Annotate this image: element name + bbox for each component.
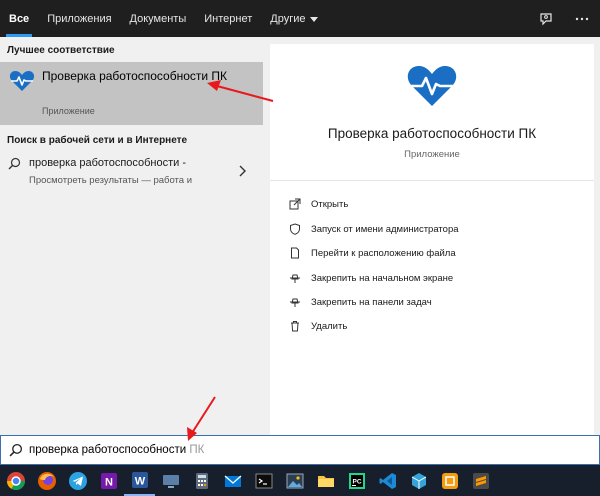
chevron-down-icon (310, 16, 319, 22)
search-input[interactable]: проверка работоспособности ПК (0, 435, 600, 465)
search-icon (9, 443, 23, 462)
sublime-text-icon[interactable] (465, 465, 496, 496)
shield-icon (288, 222, 302, 236)
search-icon (8, 157, 21, 175)
tab-apps[interactable]: Приложения (38, 0, 120, 37)
web-search-header: Поиск в рабочей сети и в Интернете (7, 135, 188, 146)
tab-documents[interactable]: Документы (121, 0, 196, 37)
chrome-icon[interactable] (0, 465, 31, 496)
action-pin-start-label: Закрепить на начальном экране (311, 272, 454, 284)
tab-web[interactable]: Интернет (195, 0, 261, 37)
search-query-text: проверка работоспособности ПК (29, 444, 204, 456)
action-open[interactable]: Открыть (288, 195, 348, 213)
chevron-right-icon[interactable] (238, 164, 246, 182)
web-search-result[interactable]: проверка работоспособности - Просмотреть… (0, 154, 263, 194)
tab-more[interactable]: Другие (261, 0, 327, 37)
taskbar: N W PC (0, 465, 600, 496)
action-pin-start[interactable]: Закрепить на начальном экране (288, 269, 453, 287)
svg-text:N: N (105, 476, 113, 488)
action-open-file-location[interactable]: Перейти к расположению файла (288, 244, 456, 262)
action-pin-taskbar[interactable]: Закрепить на панели задач (288, 293, 432, 311)
onenote-icon[interactable]: N (93, 465, 124, 496)
app-preview-title: Проверка работоспособности ПК (327, 126, 537, 141)
mail-icon[interactable] (217, 465, 248, 496)
app-preview-panel: Проверка работоспособности ПК Приложение… (270, 44, 594, 435)
best-match-result[interactable]: Проверка работоспособности ПК Приложение (0, 62, 263, 125)
tab-more-label: Другие (270, 12, 306, 25)
image-viewer-icon[interactable] (279, 465, 310, 496)
action-uninstall[interactable]: Удалить (288, 317, 347, 335)
tab-all-label: Все (9, 12, 30, 25)
vscode-icon[interactable] (372, 465, 403, 496)
action-open-file-location-label: Перейти к расположению файла (311, 247, 456, 259)
best-match-header: Лучшее соответствие (7, 45, 115, 56)
firefox-icon[interactable] (31, 465, 62, 496)
svg-text:W: W (134, 475, 145, 487)
action-run-as-admin[interactable]: Запуск от имени администратора (288, 220, 459, 238)
search-autocomplete-suggestion: ПК (186, 444, 205, 456)
tab-documents-label: Документы (129, 12, 187, 25)
tab-all[interactable]: Все (0, 0, 38, 37)
web-search-query: проверка работоспособности - (29, 157, 187, 169)
app-preview-header: Проверка работоспособности ПК Приложение (270, 44, 594, 181)
health-check-heart-icon (9, 70, 35, 97)
action-pin-taskbar-label: Закрепить на панели задач (311, 296, 432, 308)
calculator-icon[interactable] (186, 465, 217, 496)
search-filter-bar: Все Приложения Документы Интернет Другие (0, 0, 600, 37)
pin-icon (288, 271, 302, 285)
terminal-icon[interactable] (248, 465, 279, 496)
tab-web-label: Интернет (204, 12, 253, 25)
best-match-title: Проверка работоспособности ПК (42, 69, 228, 83)
file-location-icon (288, 246, 302, 260)
file-explorer-icon[interactable] (310, 465, 341, 496)
action-run-as-admin-label: Запуск от имени администратора (311, 223, 459, 235)
best-match-subtitle: Приложение (42, 106, 95, 116)
more-options-icon[interactable] (564, 0, 600, 37)
telegram-icon[interactable] (62, 465, 93, 496)
search-typed-text: проверка работоспособности (29, 444, 187, 456)
sandbox-icon[interactable] (403, 465, 434, 496)
pin-icon (288, 295, 302, 309)
action-uninstall-label: Удалить (311, 320, 348, 332)
svg-text:PC: PC (352, 478, 361, 485)
pycharm-icon[interactable]: PC (341, 465, 372, 496)
app-preview-type: Приложение (404, 149, 460, 160)
trash-icon (288, 319, 302, 333)
tab-apps-label: Приложения (47, 12, 112, 25)
monitor-icon[interactable] (155, 465, 186, 496)
feedback-icon[interactable] (528, 0, 564, 37)
app-icon[interactable] (434, 465, 465, 496)
open-icon (288, 197, 302, 211)
results-list: Лучшее соответствие Проверка работоспосо… (0, 37, 263, 435)
web-search-description: Просмотреть результаты — работа и (29, 175, 193, 186)
health-check-heart-icon (406, 64, 458, 113)
word-icon[interactable]: W (124, 465, 155, 496)
action-open-label: Открыть (311, 198, 349, 210)
